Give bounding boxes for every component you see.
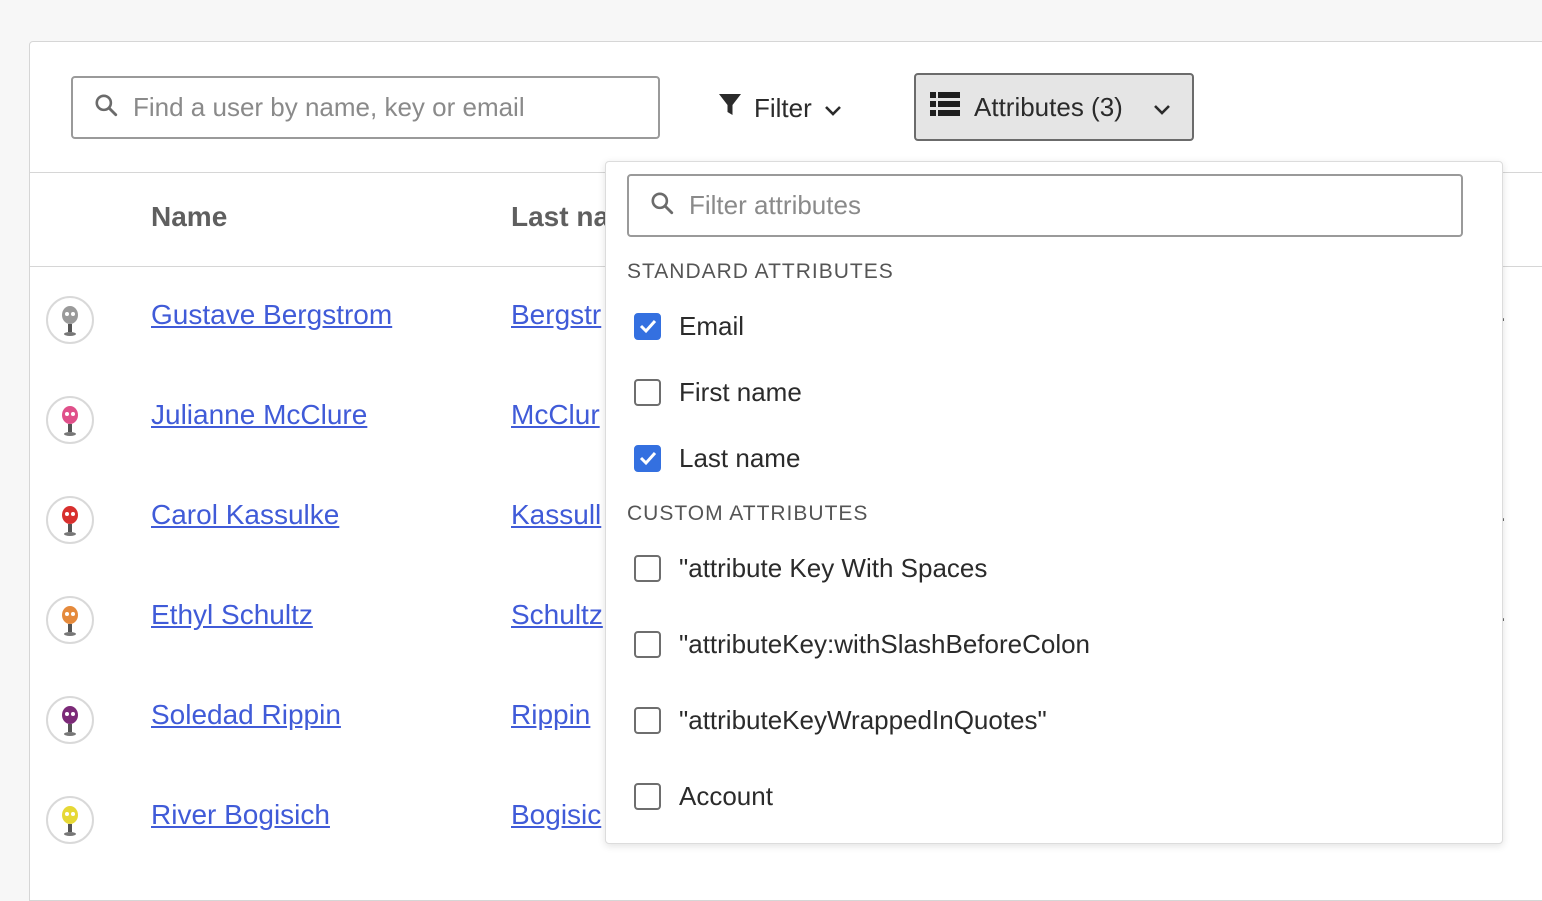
attribute-option[interactable]: "attributeKeyWrappedInQuotes" (634, 703, 1047, 737)
check-icon (639, 451, 656, 466)
avatar-icon (62, 306, 78, 336)
attribute-option-label: Last name (679, 442, 801, 473)
attributes-dropdown: STANDARD ATTRIBUTES Email First name Last … (605, 161, 1503, 844)
attribute-option[interactable]: Account (634, 779, 773, 813)
standard-attributes-heading: STANDARD ATTRIBUTES (627, 260, 894, 283)
user-last-name-link[interactable]: McClur (511, 399, 600, 431)
attribute-option-label: "attribute Key With Spaces (679, 552, 988, 583)
avatar-icon (62, 706, 78, 736)
attribute-search-box[interactable] (627, 174, 1463, 237)
chevron-down-icon (1153, 92, 1171, 123)
attribute-option-label: Email (679, 310, 745, 341)
user-name-link[interactable]: Ethyl Schultz (151, 599, 313, 631)
user-name-link[interactable]: Soledad Rippin (151, 699, 341, 731)
avatar (46, 496, 94, 544)
attribute-search-input[interactable] (675, 189, 1461, 222)
avatar-icon (62, 506, 78, 536)
avatar-icon (62, 606, 78, 636)
user-search-box[interactable] (71, 76, 660, 139)
attribute-checkbox[interactable] (634, 312, 661, 340)
custom-attributes-heading: CUSTOM ATTRIBUTES (627, 502, 869, 525)
attribute-option-label: Account (679, 780, 773, 811)
user-last-name-link[interactable]: Schultz (511, 599, 603, 631)
attribute-checkbox[interactable] (634, 554, 661, 582)
attribute-checkbox[interactable] (634, 630, 661, 658)
column-header-last-name[interactable]: Last na (511, 201, 609, 233)
filter-label: Filter (754, 92, 812, 123)
list-icon (930, 91, 960, 123)
user-last-name-link[interactable]: Rippin (511, 699, 590, 731)
search-icon (649, 190, 675, 221)
user-name-link[interactable]: Carol Kassulke (151, 499, 339, 531)
check-icon (639, 319, 656, 334)
attribute-option-label: "attributeKeyWrappedInQuotes" (679, 704, 1047, 735)
attribute-option-label: "attributeKey:withSlashBeforeColon (679, 628, 1091, 659)
attribute-checkbox[interactable] (634, 706, 661, 734)
attribute-option[interactable]: Email (634, 309, 744, 343)
user-last-name-link[interactable]: Bogisic (511, 799, 601, 831)
avatar (46, 796, 94, 844)
avatar (46, 696, 94, 744)
user-name-link[interactable]: Julianne McClure (151, 399, 367, 431)
attribute-option[interactable]: First name (634, 375, 802, 409)
user-name-link[interactable]: River Bogisich (151, 799, 330, 831)
toolbar: Filter Attributes (3) (30, 42, 1542, 173)
attribute-option[interactable]: "attribute Key With Spaces (634, 551, 987, 585)
attributes-label: Attributes (3) (974, 91, 1123, 122)
attribute-option[interactable]: Last name (634, 441, 800, 475)
user-last-name-link[interactable]: Bergstr (511, 299, 601, 331)
filter-icon (718, 92, 742, 125)
user-search-input[interactable] (119, 91, 658, 124)
avatar (46, 596, 94, 644)
avatar (46, 296, 94, 344)
attribute-option[interactable]: "attributeKey:withSlashBeforeColon (634, 627, 1090, 661)
chevron-down-icon (824, 93, 842, 124)
avatar-icon (62, 406, 78, 436)
user-name-link[interactable]: Gustave Bergstrom (151, 299, 392, 331)
search-icon (93, 92, 119, 123)
column-header-name[interactable]: Name (151, 201, 227, 233)
attribute-checkbox[interactable] (634, 378, 661, 406)
avatar-icon (62, 806, 78, 836)
attribute-checkbox[interactable] (634, 444, 661, 472)
attribute-checkbox[interactable] (634, 782, 661, 810)
attributes-button[interactable]: Attributes (3) (914, 73, 1194, 141)
attribute-option-label: First name (679, 376, 802, 407)
avatar (46, 396, 94, 444)
user-last-name-link[interactable]: Kassull (511, 499, 601, 531)
filter-button[interactable]: Filter (718, 88, 842, 128)
